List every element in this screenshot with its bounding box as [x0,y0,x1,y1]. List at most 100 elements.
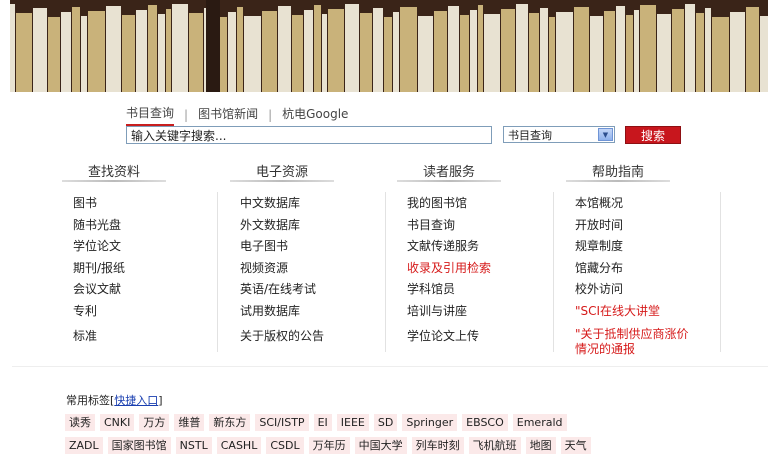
nav-link[interactable]: 关于版权的公告 [240,325,324,347]
tag-link[interactable]: 万方 [139,414,170,431]
nav-link[interactable]: 学位论文上传 [407,325,491,347]
common-tags-label: 常用标签 [66,394,110,407]
tag-link[interactable]: EI [313,414,332,431]
nav-link[interactable]: 文献传递服务 [407,239,491,261]
tag-link[interactable]: ZADL [65,437,103,454]
tag-link[interactable]: CNKI [100,414,135,431]
tag-link[interactable]: EBSCO [462,414,508,431]
book-spine [328,9,344,92]
nav-link[interactable]: 试用数据库 [240,304,324,326]
nav-link[interactable]: 收录及引用检索 [407,261,491,283]
book-spine [292,15,303,92]
nav-link[interactable]: 电子图书 [240,239,324,261]
tag-link[interactable]: Springer [402,414,458,431]
book-spine [16,13,32,92]
book-spine [48,17,60,92]
nav-link[interactable]: 馆藏分布 [575,261,695,283]
nav-link[interactable]: 校外访问 [575,282,695,304]
tag-link[interactable]: 维普 [174,414,205,431]
banner-margin [0,0,10,92]
tag-link[interactable]: 地图 [525,437,556,454]
book-spine [373,8,383,92]
nav-link[interactable]: 规章制度 [575,239,695,261]
book-spine [556,12,573,92]
nav-link[interactable]: 外文数据库 [240,218,324,240]
nav-link[interactable]: 学科馆员 [407,282,491,304]
book-spine [172,4,188,92]
column-reader-services: 我的图书馆 书目查询 文献传递服务 收录及引用检索 学科馆员 培训与讲座 学位论文上传 [407,196,491,347]
search-button[interactable]: 搜索 [625,126,681,144]
column-find-materials: 图书 随书光盘 学位论文 期刊/报纸 会议文献 专利 标准 [73,196,125,347]
tag-link[interactable]: NSTL [175,437,212,454]
tag-link[interactable]: 中国大学 [354,437,407,454]
heading-electronic-resources[interactable]: 电子资源 [230,160,334,182]
book-spine [345,4,359,92]
column-divider [385,192,386,352]
nav-link[interactable]: 图书 [73,196,125,218]
nav-link[interactable]: 本馆概况 [575,196,695,218]
book-spine [574,7,589,92]
book-spine [529,13,539,92]
book-spine [478,5,483,92]
tag-link[interactable]: 飞机航班 [468,437,521,454]
book-spine [540,8,548,92]
tag-link[interactable]: SCI/ISTP [255,414,309,431]
nav-link[interactable]: 随书光盘 [73,218,125,240]
quick-entry-link[interactable]: 快捷入口 [114,394,158,407]
tag-link[interactable]: IEEE [336,414,369,431]
book-spine [33,8,47,92]
search-type-select[interactable]: 书目查询 ▼ [503,126,615,143]
nav-link[interactable]: 学位论文 [73,239,125,261]
tab-hdu-google[interactable]: 杭电Google [282,105,348,125]
nav-link[interactable]: 书目查询 [407,218,491,240]
nav-link[interactable]: "SCI在线大讲堂 [575,304,695,326]
book-spine [685,4,695,92]
nav-link[interactable]: 标准 [73,325,125,347]
heading-reader-services[interactable]: 读者服务 [397,160,501,182]
tag-link[interactable]: 列车时刻 [411,437,464,454]
tag-link[interactable]: CSDL [266,437,304,454]
tag-link[interactable]: 天气 [560,437,591,454]
book-spine [10,4,15,92]
shelf-post [206,0,220,92]
book-spine [657,14,671,92]
nav-link[interactable]: 英语/在线考试 [240,282,324,304]
book-spine [484,14,500,92]
tag-link[interactable]: Emerald [512,414,567,431]
tag-link[interactable]: SD [373,414,398,431]
nav-link[interactable]: 专利 [73,304,125,326]
book-spine [304,10,313,92]
nav-link[interactable]: 期刊/报纸 [73,261,125,283]
tab-separator: | [184,108,189,122]
tag-link[interactable]: 读秀 [65,414,95,431]
book-spine [760,16,768,92]
book-spine [672,9,684,92]
heading-find-materials[interactable]: 查找资料 [62,160,166,182]
nav-link[interactable]: 我的图书馆 [407,196,491,218]
nav-link[interactable]: 开放时间 [575,218,695,240]
book-spine [122,15,135,92]
search-input[interactable] [126,126,492,144]
chevron-down-icon[interactable]: ▼ [598,128,613,141]
nav-link[interactable]: "关于抵制供应商涨价情况的通报 [575,325,693,356]
nav-link[interactable]: 会议文献 [73,282,125,304]
book-spine [237,7,243,92]
section-divider [12,366,768,367]
tab-separator: | [268,108,273,122]
book-spine [322,14,327,92]
book-spine [158,14,165,92]
nav-link[interactable]: 培训与讲座 [407,304,491,326]
heading-help-guide[interactable]: 帮助指南 [566,160,670,182]
tab-library-news[interactable]: 图书馆新闻 [198,105,258,125]
column-help-guide: 本馆概况 开放时间 规章制度 馆藏分布 校外访问 "SCI在线大讲堂 "关于抵制供应商涨价情… [575,196,695,356]
book-spine [166,9,171,92]
book-spine [712,17,729,92]
tag-link[interactable]: CASHL [216,437,262,454]
tag-link[interactable]: 国家图书馆 [107,437,171,454]
tab-catalog-search[interactable]: 书目查询 [126,104,175,126]
nav-link[interactable]: 中文数据库 [240,196,324,218]
book-spine [549,17,555,92]
nav-link[interactable]: 视频资源 [240,261,324,283]
tag-link[interactable]: 万年历 [308,437,350,454]
tag-link[interactable]: 新东方 [209,414,251,431]
